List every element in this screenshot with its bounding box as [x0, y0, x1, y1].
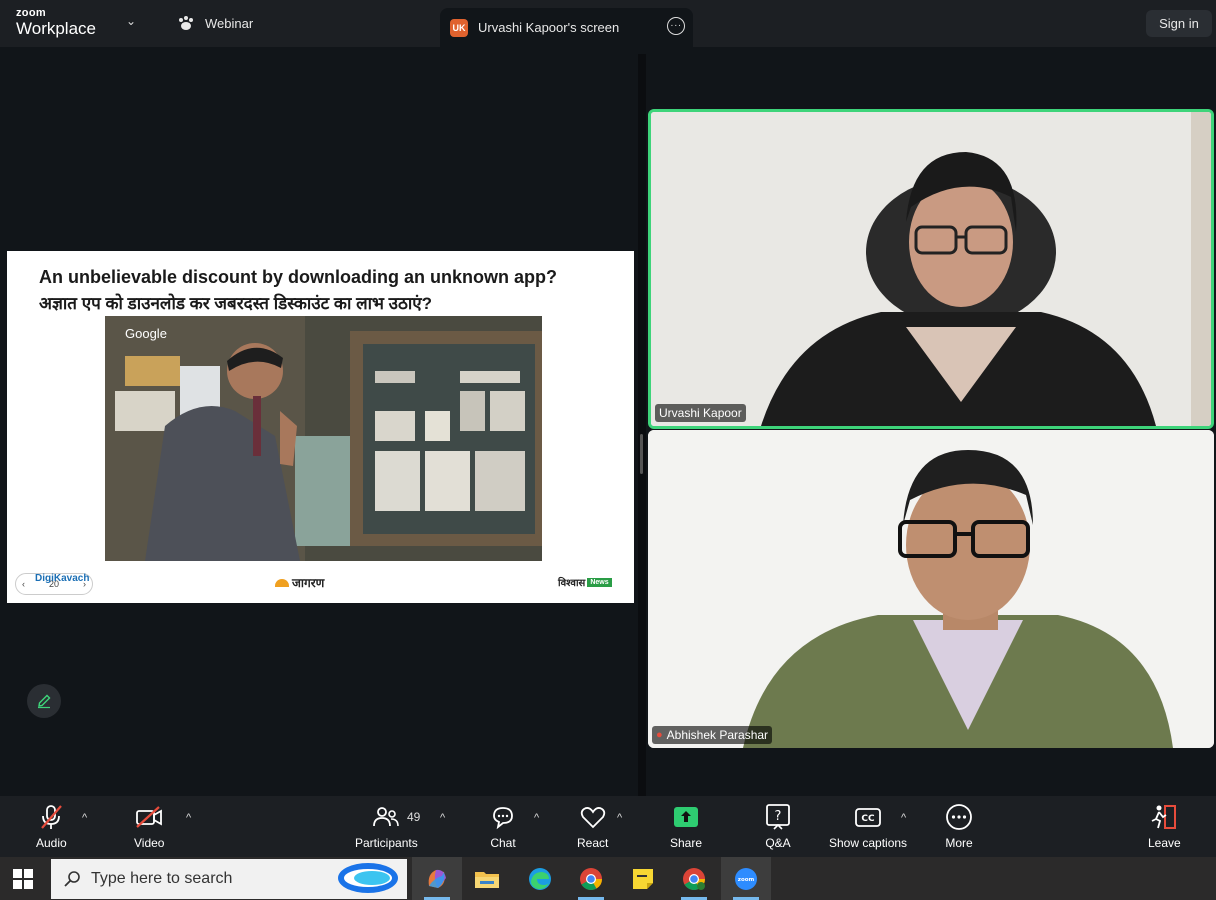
audio-options-caret-icon[interactable]: ^	[82, 812, 87, 824]
participants-count: 49	[407, 810, 421, 824]
participant-video	[651, 112, 1211, 426]
participant-video	[648, 430, 1214, 748]
windows-taskbar: zoom	[0, 857, 1216, 900]
svg-text:zoom: zoom	[738, 877, 755, 883]
muted-mic-icon: ●	[656, 729, 663, 741]
vishvas-news-logo: विश्वास News	[558, 575, 612, 589]
search-icon	[64, 871, 80, 887]
camera-off-icon	[136, 806, 163, 828]
logo-small-text: zoom	[16, 7, 46, 19]
vishvas-logo-text: विश्वास	[558, 578, 586, 589]
audio-button[interactable]: Audio	[36, 802, 67, 850]
qa-icon: ?	[766, 804, 790, 830]
folder-icon	[475, 871, 499, 888]
taskbar-file-explorer[interactable]	[462, 857, 512, 900]
leave-label: Leave	[1148, 836, 1181, 850]
participant-name: Urvashi Kapoor	[659, 406, 742, 420]
chevron-left-icon[interactable]: ‹	[22, 579, 25, 589]
video-options-caret-icon[interactable]: ^	[186, 812, 191, 824]
share-label: Share	[670, 836, 703, 850]
more-options-icon[interactable]: ···	[667, 17, 685, 35]
taskbar-chrome-profile[interactable]	[669, 857, 719, 900]
taskbar-zoom[interactable]: zoom	[721, 857, 771, 900]
participants-options-caret-icon[interactable]: ^	[440, 812, 445, 824]
taskbar-chrome[interactable]	[566, 857, 616, 900]
zoom-workplace-logo[interactable]: zoom Workplace	[16, 7, 96, 38]
react-label: React	[577, 836, 609, 850]
chevron-down-icon[interactable]: ⌄	[126, 14, 136, 28]
video-label: Video	[134, 836, 165, 850]
chrome-icon	[580, 867, 602, 890]
taskbar-search-input[interactable]	[91, 870, 321, 888]
webinar-label: Webinar	[205, 15, 254, 31]
jagran-logo-text: जागरण	[292, 576, 325, 590]
slide-title-hindi: अज्ञात एप को डाउनलोड कर जबरदस्त डिस्काउं…	[39, 294, 433, 313]
windows-start-icon[interactable]	[13, 869, 33, 889]
qa-label: Q&A	[765, 836, 791, 850]
webinar-menu[interactable]: Webinar	[177, 15, 253, 31]
show-captions-button[interactable]: CC Show captions	[829, 802, 907, 850]
chat-label: Chat	[490, 836, 516, 850]
taskbar-edge[interactable]	[515, 857, 565, 900]
slide-title-english: An unbelievable discount by downloading …	[39, 267, 558, 287]
chat-icon	[493, 807, 513, 830]
participant-name-tag: ● Abhishek Parashar	[652, 726, 773, 744]
participant-name: Abhishek Parashar	[666, 728, 769, 742]
jagran-logo: जागरण	[275, 574, 324, 591]
taskbar-sticky-notes[interactable]	[618, 857, 668, 900]
video-tile-active-speaker[interactable]: Urvashi Kapoor	[648, 109, 1214, 429]
sign-in-button[interactable]: Sign in	[1146, 10, 1212, 37]
shared-slide: An unbelievable discount by downloading …	[7, 251, 634, 603]
leave-door-icon	[1151, 805, 1177, 829]
split-divider[interactable]	[638, 54, 646, 796]
captions-label: Show captions	[829, 836, 908, 850]
mic-muted-icon	[41, 805, 63, 829]
chat-button[interactable]: Chat	[490, 802, 516, 850]
sun-icon	[275, 578, 289, 587]
logo-big-text: Workplace	[16, 19, 96, 38]
svg-text:?: ?	[775, 809, 782, 824]
leave-button[interactable]: Leave	[1148, 802, 1181, 850]
closed-captions-icon: CC	[855, 808, 881, 827]
chat-options-caret-icon[interactable]: ^	[534, 812, 539, 824]
captions-options-caret-icon[interactable]: ^	[901, 812, 906, 824]
video-button[interactable]: Video	[134, 802, 164, 850]
participants-label: Participants	[355, 836, 418, 850]
video-tile[interactable]: ● Abhishek Parashar	[648, 430, 1214, 748]
slide-image: Google	[105, 316, 542, 561]
pencil-icon	[38, 694, 51, 709]
audio-label: Audio	[36, 836, 67, 850]
presenter-avatar: UK	[450, 18, 468, 37]
more-icon	[946, 804, 972, 830]
qa-button[interactable]: ? Q&A	[765, 802, 791, 850]
participant-name-tag: Urvashi Kapoor	[655, 404, 746, 422]
top-bar: zoom Workplace ⌄ Webinar UK Urvashi Kapo…	[0, 0, 1216, 47]
paw-icon	[179, 16, 193, 30]
taskbar-copilot-app[interactable]	[412, 857, 462, 900]
sticky-note-icon	[633, 868, 653, 889]
more-label: More	[945, 836, 973, 850]
heart-icon	[580, 807, 605, 829]
chrome-profile-icon	[683, 867, 705, 890]
share-button[interactable]: Share	[670, 802, 702, 850]
copilot-app-icon	[428, 869, 446, 888]
participants-icon	[373, 807, 400, 827]
screen-tab-label: Urvashi Kapoor's screen	[478, 20, 620, 35]
meeting-toolbar: Audio ^ Video ^ Participants 49 ^ Chat ^…	[0, 796, 1216, 857]
react-button[interactable]: React	[577, 802, 608, 850]
annotate-button[interactable]	[27, 684, 61, 718]
svg-text:CC: CC	[861, 814, 875, 824]
divider-grip[interactable]	[640, 434, 643, 474]
news-tag: News	[587, 577, 612, 587]
screen-share-tab[interactable]: UK Urvashi Kapoor's screen ···	[440, 8, 693, 47]
share-screen-icon	[674, 807, 699, 827]
zoom-app-icon: zoom	[735, 867, 757, 890]
digikavach-logo: DigiKavach	[35, 573, 90, 584]
copilot-search-icon[interactable]	[336, 861, 400, 895]
edge-icon	[529, 867, 551, 890]
more-button[interactable]: More	[945, 802, 973, 850]
react-options-caret-icon[interactable]: ^	[617, 812, 622, 824]
scene-illustration	[105, 316, 542, 561]
image-google-tag: Google	[125, 326, 167, 341]
